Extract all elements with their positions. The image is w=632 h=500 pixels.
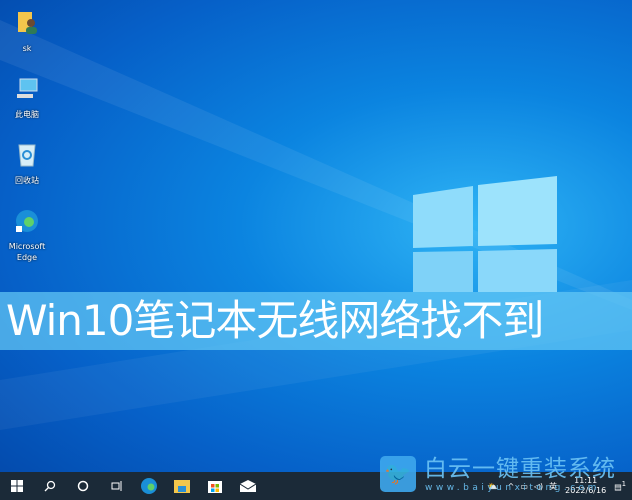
desktop-icon-sk[interactable]: sk	[4, 10, 50, 54]
mail-icon	[239, 480, 256, 492]
desktop-icon-label: 此电脑	[15, 110, 39, 119]
taskbar-store[interactable]	[198, 472, 231, 500]
windows-logo-wallpaper	[0, 20, 632, 430]
watermark: 🐦 白云一键重装系统 www.baiyunxitong.com	[380, 456, 624, 500]
desktop-icon-edge[interactable]: Microsoft Edge	[4, 208, 50, 263]
bird-logo-icon: 🐦	[380, 456, 416, 492]
desktop-icon-label: sk	[22, 44, 32, 53]
cortana-circle-icon	[77, 480, 88, 492]
desktop-icon-label: 回收站	[15, 176, 39, 185]
windows-start-icon	[10, 480, 23, 492]
desktop-icon-recycle-bin[interactable]: 回收站	[4, 142, 50, 186]
user-folder-icon	[18, 12, 37, 34]
computer-icon	[17, 78, 38, 98]
task-view-button[interactable]	[99, 472, 132, 500]
edge-icon	[16, 210, 38, 232]
taskbar-file-explorer[interactable]	[165, 472, 198, 500]
store-icon	[207, 481, 222, 493]
task-view-icon	[111, 481, 121, 491]
watermark-name: 白云一键重装系统	[424, 456, 616, 482]
watermark-url: www.baiyunxitong.com	[425, 483, 600, 493]
taskbar-edge[interactable]	[132, 472, 165, 500]
cortana-button[interactable]	[66, 472, 99, 500]
desktop-icon-this-pc[interactable]: 此电脑	[4, 76, 50, 120]
search-button[interactable]	[33, 472, 66, 500]
start-button[interactable]	[0, 472, 33, 500]
search-icon	[44, 480, 55, 492]
edge-icon	[140, 478, 157, 494]
folder-icon	[173, 480, 190, 493]
recycle-bin-icon	[18, 144, 36, 167]
desktop-icon-label: Microsoft Edge	[8, 242, 46, 262]
taskbar-mail[interactable]	[231, 472, 264, 500]
article-title-banner: Win10笔记本无线网络找不到	[0, 292, 632, 350]
